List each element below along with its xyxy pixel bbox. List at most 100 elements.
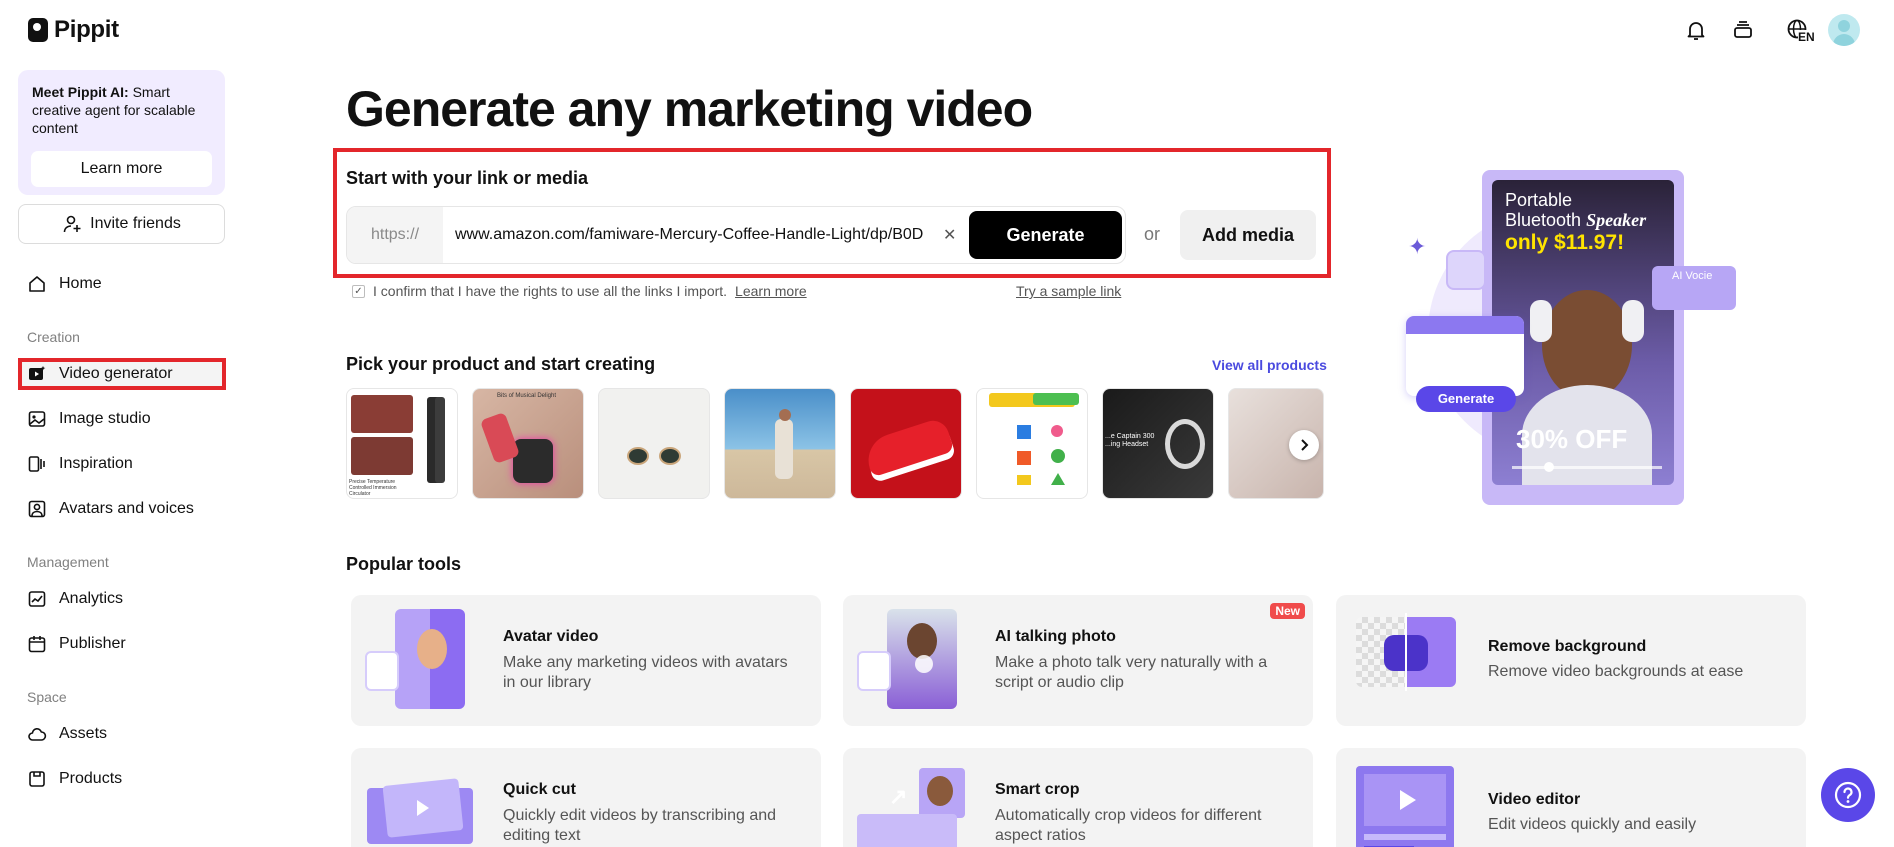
sidebar-item-label: Video generator [59,365,173,382]
quick-cut-illustration [365,778,475,847]
tool-card-smart-crop[interactable]: ↗ Smart crop Automatically crop videos f… [843,748,1313,847]
analytics-icon [28,591,46,607]
hero-line2: Bluetooth Speaker [1505,210,1646,231]
tool-description: Make a photo talk very naturally with a … [995,654,1268,691]
product-thumbnail-beach[interactable] [724,388,836,499]
tool-card-avatar-video[interactable]: Avatar video Make any marketing videos w… [351,595,821,726]
link-heading: Start with your link or media [346,168,589,188]
page-title: Generate any marketing video [346,81,1033,137]
avatar-video-illustration [365,609,475,709]
product-thumbnail-speaker[interactable]: Bits of Musical Delight [472,388,584,499]
product-thumbnail-headset[interactable]: ...e Captain 300 ...ing Headset [1102,388,1214,499]
confirm-learn-more-link[interactable]: Learn more [735,283,807,299]
hero-discount: 30% OFF [1516,424,1628,454]
sidebar-item-products[interactable]: Products [18,763,226,795]
sidebar-item-label: Products [59,770,123,787]
stack-icon [1734,21,1752,38]
thumbnail-caption: Precise Temperature Controlled Immersion… [349,479,397,497]
product-thumbnail-shape-toy[interactable] [976,388,1088,499]
promo-text: Meet Pippit AI: Smart creative agent for… [32,83,211,137]
home-icon [29,276,45,292]
sidebar-item-assets[interactable]: Assets [18,718,226,750]
promo-hero-graphic: Portable Bluetooth Speaker only $11.97! … [1400,160,1740,505]
question-icon [1834,781,1862,809]
notifications-button[interactable] [1680,14,1712,46]
sidebar-item-analytics[interactable]: Analytics [18,583,226,615]
tool-title: Smart crop [995,781,1080,798]
sidebar-item-label: Assets [59,725,108,742]
url-input[interactable] [455,220,955,250]
tool-description: Edit videos quickly and easily [1488,816,1697,833]
product-thumbnail-sunglasses[interactable] [598,388,710,499]
tool-title: Video editor [1488,791,1581,808]
new-badge: New [1270,603,1305,619]
sidebar-item-home[interactable]: Home [18,268,226,300]
tool-card-remove-background[interactable]: Remove background Remove video backgroun… [1336,595,1806,726]
tool-title: AI talking photo [995,628,1116,645]
confirm-checkbox[interactable]: ✓ [352,284,365,298]
user-avatar[interactable] [1828,14,1860,46]
generate-button[interactable]: Generate [969,211,1122,259]
hero-line1: Portable [1505,190,1573,210]
cloud-icon [28,728,47,741]
section-space: Space [27,689,67,705]
chevron-right-icon [1301,439,1309,451]
rights-confirmation: ✓ I confirm that I have the rights to us… [352,283,807,299]
hero-ai-voice-badge: AI Vocie [1672,270,1713,282]
tool-title: Quick cut [503,781,576,798]
popular-tools-heading: Popular tools [346,554,462,574]
talking-photo-illustration [857,609,967,709]
app-name: Pippit [54,16,119,43]
product-box-icon [29,771,45,787]
tool-card-ai-talking-photo[interactable]: New AI talking photo Make a photo talk v… [843,595,1313,726]
tool-card-video-editor[interactable]: Video editor Edit videos quickly and eas… [1336,748,1806,847]
thumbnail-caption: ...e Captain 300 ...ing Headset [1105,433,1155,448]
view-all-products-link[interactable]: View all products [1212,357,1327,373]
app-logo[interactable]: Pippit [28,16,119,44]
sidebar-item-inspiration[interactable]: Inspiration [18,448,226,480]
avatar-icon [28,500,46,518]
tool-description: Remove video backgrounds at ease [1488,663,1744,680]
sidebar-item-label: Publisher [59,635,126,652]
product-thumbnail-sous-vide[interactable]: Precise Temperature Controlled Immersion… [346,388,458,499]
subscription-button[interactable] [1727,14,1759,46]
sidebar-item-label: Image studio [59,410,151,427]
section-management: Management [27,554,109,570]
product-thumbnail-sneaker[interactable] [850,388,962,499]
sidebar-item-label: Home [59,275,102,292]
pippit-ai-promo: Meet Pippit AI: Smart creative agent for… [18,70,225,195]
language-button[interactable]: EN [1780,14,1816,46]
sample-link[interactable]: Try a sample link [1016,283,1121,299]
remove-background-illustration [1356,613,1456,691]
help-button[interactable] [1821,768,1875,822]
tool-title: Remove background [1488,638,1647,655]
calendar-icon [28,636,46,653]
url-prefix: https:// [347,207,443,263]
sidebar-item-avatars-voices[interactable]: Avatars and voices [18,493,226,525]
bell-icon [1687,22,1705,40]
language-code: EN [1798,30,1815,44]
thumbnail-caption: Bits of Musical Delight [497,393,557,399]
learn-more-button[interactable]: Learn more [31,151,212,187]
tool-card-quick-cut[interactable]: Quick cut Quickly edit videos by transcr… [351,748,821,847]
url-field-group: https:// ✕ Generate [346,206,1126,264]
clear-icon[interactable]: ✕ [943,225,956,245]
or-separator: or [1144,224,1161,244]
sidebar-item-video-generator[interactable]: Video generator [18,358,226,390]
invite-friends-label: Invite friends [90,215,181,232]
smart-crop-illustration: ↗ [857,768,967,847]
add-media-button[interactable]: Add media [1180,210,1316,260]
products-next-button[interactable] [1289,430,1319,460]
sidebar-item-label: Analytics [59,590,124,607]
pippit-logo-icon [28,18,48,42]
invite-friends-button[interactable]: Invite friends [18,204,225,244]
hero-line2-italic: Speaker [1586,210,1647,230]
sidebar-item-publisher[interactable]: Publisher [18,628,226,660]
promo-text-bold: Meet Pippit AI: [32,84,129,100]
hero-price: only $11.97! [1505,231,1625,254]
tool-description: Quickly edit videos by transcribing and … [503,807,777,844]
confirm-text: I confirm that I have the rights to use … [373,283,728,299]
sidebar-item-label: Inspiration [59,455,133,472]
sidebar-item-image-studio[interactable]: Image studio [18,403,226,435]
tool-title: Avatar video [503,628,599,645]
